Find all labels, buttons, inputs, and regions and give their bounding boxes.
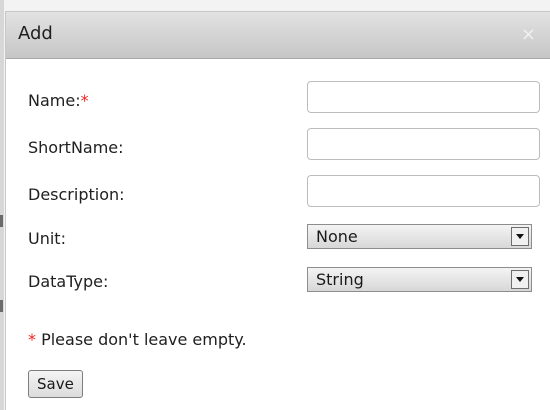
datatype-select[interactable]: String — [307, 267, 532, 292]
add-dialog: Add × Name:* ShortName: Description: Uni… — [5, 11, 550, 410]
datatype-label: DataType: — [28, 272, 109, 291]
close-icon[interactable]: × — [521, 24, 536, 45]
name-row: Name:* — [6, 81, 550, 121]
save-button[interactable]: Save — [28, 370, 83, 398]
chevron-down-icon — [516, 234, 524, 239]
dialog-title: Add — [18, 23, 53, 44]
description-row: Description: — [6, 175, 550, 215]
note-marker: * — [28, 330, 36, 349]
description-label: Description: — [28, 185, 125, 204]
datatype-row: DataType: String — [6, 265, 550, 305]
description-input[interactable] — [307, 175, 540, 207]
shortname-row: ShortName: — [6, 128, 550, 168]
unit-dropdown-button[interactable] — [511, 227, 529, 246]
dialog-titlebar[interactable]: Add × — [6, 12, 550, 59]
chevron-down-icon — [516, 277, 524, 282]
unit-selected-value: None — [316, 227, 358, 246]
unit-row: Unit: None — [6, 222, 550, 262]
note-text: Please don't leave empty. — [36, 330, 247, 349]
datatype-selected-value: String — [316, 270, 364, 289]
unit-select[interactable]: None — [307, 224, 532, 249]
name-input[interactable] — [307, 81, 540, 113]
page-edge — [0, 0, 4, 410]
name-label: Name:* — [28, 91, 89, 110]
page-edge-mark — [0, 215, 3, 227]
required-marker: * — [80, 91, 89, 110]
name-label-text: Name: — [28, 91, 81, 110]
unit-label: Unit: — [28, 229, 66, 248]
datatype-dropdown-button[interactable] — [511, 270, 529, 289]
shortname-label: ShortName: — [28, 138, 124, 157]
required-note: * Please don't leave empty. — [28, 330, 247, 349]
page-edge-mark — [0, 300, 3, 312]
shortname-input[interactable] — [307, 128, 540, 160]
